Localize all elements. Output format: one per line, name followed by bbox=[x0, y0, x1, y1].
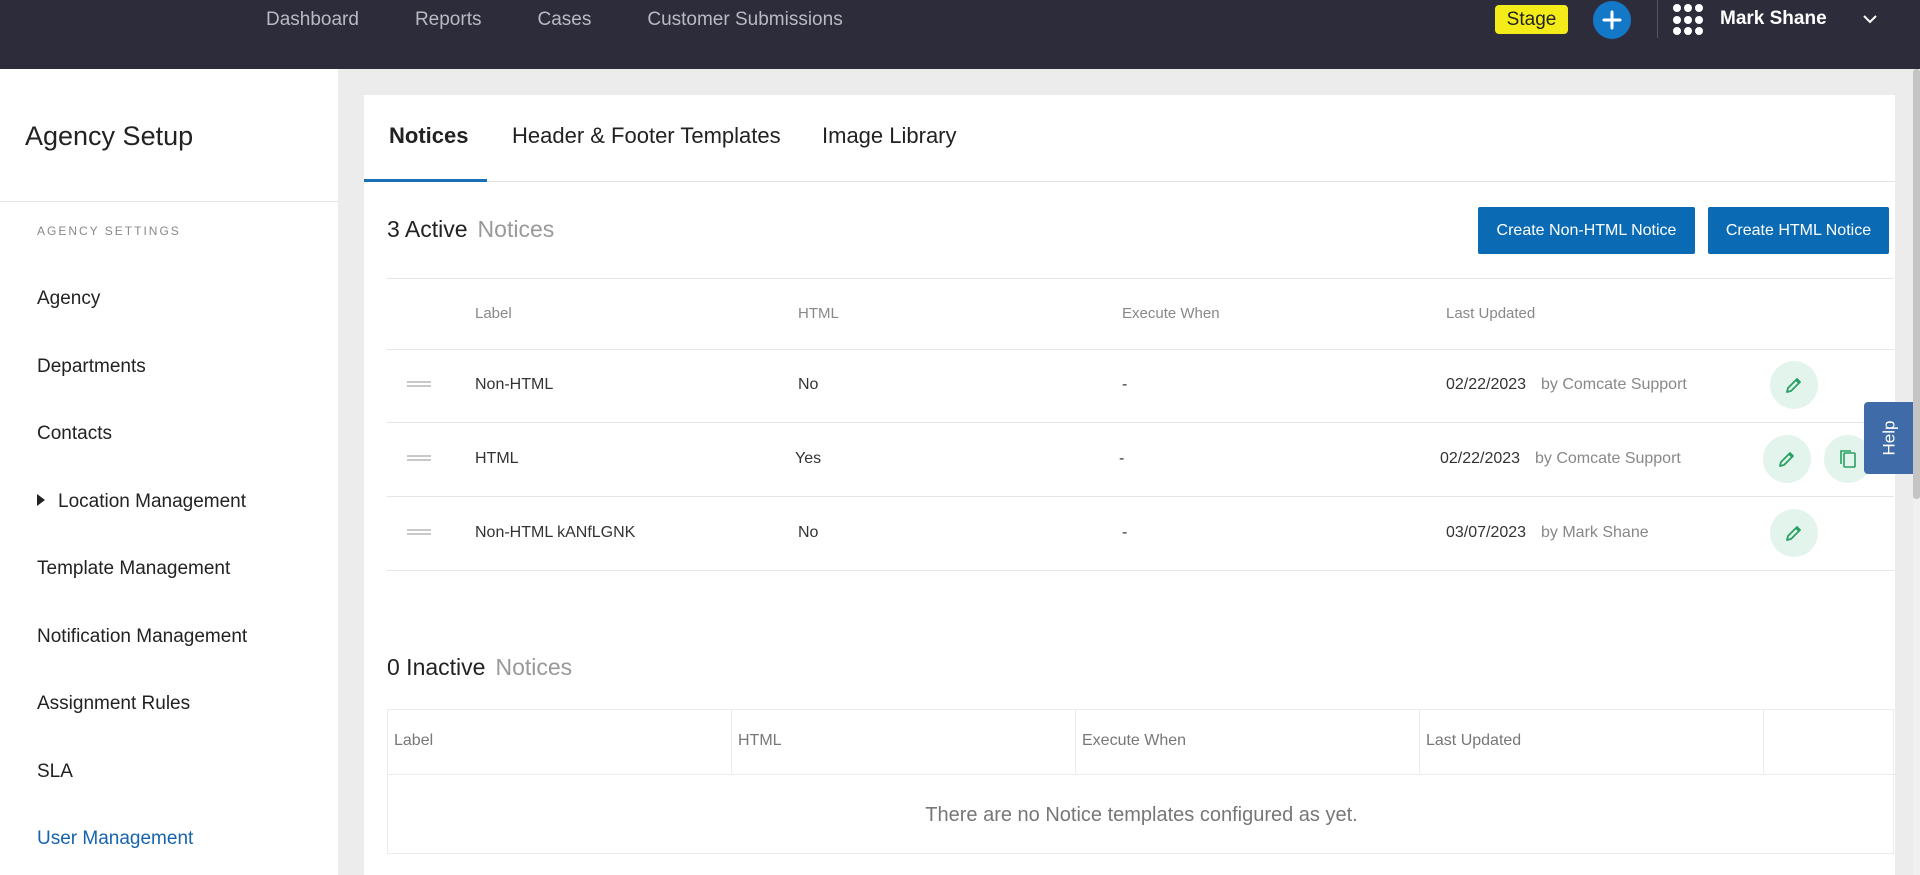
inactive-notices-heading: 0 Inactive Notices bbox=[387, 654, 572, 681]
help-label: Help bbox=[1879, 420, 1898, 456]
row-execute-when: - bbox=[1119, 450, 1125, 467]
column-header-html: HTML bbox=[798, 305, 839, 322]
sidebar-item-departments[interactable]: Departments bbox=[37, 356, 146, 378]
pencil-icon bbox=[1779, 452, 1794, 467]
chevron-down-icon[interactable] bbox=[1862, 14, 1878, 24]
nav-dashboard[interactable]: Dashboard bbox=[266, 9, 359, 31]
row-divider bbox=[387, 422, 1894, 423]
tab-header-footer-templates[interactable]: Header & Footer Templates bbox=[512, 123, 781, 149]
drag-handle-icon[interactable] bbox=[407, 529, 431, 538]
column-header-label: Label bbox=[475, 305, 512, 322]
row-divider bbox=[387, 496, 1894, 497]
active-suffix: Notices bbox=[477, 216, 555, 242]
row-execute-when: - bbox=[1122, 376, 1128, 393]
page-scrollbar[interactable] bbox=[1913, 69, 1920, 875]
header-divider bbox=[387, 349, 1894, 350]
inactive-notices-table: Label HTML Execute When Last Updated The… bbox=[387, 709, 1895, 854]
copy-icon bbox=[1840, 450, 1856, 468]
nav-cases[interactable]: Cases bbox=[537, 9, 591, 31]
inactive-col-html: HTML bbox=[732, 710, 1076, 775]
row-label: Non-HTML kANfLGNK bbox=[475, 524, 636, 541]
column-header-label: Label bbox=[394, 732, 434, 749]
scrollbar-thumb[interactable] bbox=[1913, 69, 1920, 499]
user-name[interactable]: Mark Shane bbox=[1720, 8, 1827, 30]
edit-button[interactable] bbox=[1770, 361, 1818, 409]
column-header-last-updated: Last Updated bbox=[1426, 732, 1522, 749]
row-updated-by: by Comcate Support bbox=[1541, 376, 1687, 393]
pencil-icon bbox=[1786, 526, 1801, 541]
drag-handle-icon[interactable] bbox=[407, 455, 431, 464]
stage-badge: Stage bbox=[1495, 5, 1568, 34]
help-tab[interactable]: Help bbox=[1864, 402, 1914, 474]
active-count: 3 Active bbox=[387, 216, 468, 242]
empty-state-message: There are no Notice templates configured… bbox=[925, 804, 1358, 826]
edit-button[interactable] bbox=[1770, 509, 1818, 557]
sidebar-item-notification-management[interactable]: Notification Management bbox=[37, 626, 247, 648]
row-divider bbox=[387, 570, 1894, 571]
inactive-col-execute-when: Execute When bbox=[1076, 710, 1420, 775]
row-execute-when: - bbox=[1122, 524, 1128, 541]
inactive-count: 0 Inactive bbox=[387, 654, 486, 680]
sidebar-section-label: AGENCY SETTINGS bbox=[37, 224, 181, 238]
row-label: HTML bbox=[475, 450, 519, 467]
plus-icon bbox=[1602, 10, 1622, 30]
row-html: No bbox=[798, 376, 819, 393]
active-notices-heading: 3 Active Notices bbox=[387, 216, 554, 243]
topbar-divider bbox=[1657, 0, 1658, 38]
tab-notices[interactable]: Notices bbox=[389, 123, 468, 149]
row-date: 03/07/2023 bbox=[1446, 524, 1527, 541]
row-html: Yes bbox=[795, 450, 822, 467]
caret-right-icon bbox=[37, 494, 45, 506]
sidebar-item-agency[interactable]: Agency bbox=[37, 288, 100, 310]
main-panel: Notices Header & Footer Templates Image … bbox=[364, 95, 1895, 875]
active-tab-indicator bbox=[364, 179, 487, 182]
edit-button[interactable] bbox=[1763, 435, 1811, 483]
row-html: No bbox=[798, 524, 819, 541]
inactive-col-last-updated: Last Updated bbox=[1420, 710, 1764, 775]
column-header-html: HTML bbox=[738, 732, 782, 749]
sidebar-item-user-management[interactable]: User Management bbox=[37, 828, 193, 850]
column-header-execute-when: Execute When bbox=[1122, 305, 1220, 322]
nav-reports[interactable]: Reports bbox=[415, 9, 482, 31]
inactive-table-header: Label HTML Execute When Last Updated bbox=[388, 710, 1895, 775]
sidebar-item-assignment-rules[interactable]: Assignment Rules bbox=[37, 693, 190, 715]
top-nav-links: Dashboard Reports Cases Customer Submiss… bbox=[266, 0, 899, 40]
row-updated-by: by Comcate Support bbox=[1535, 450, 1681, 467]
sidebar-item-location-management[interactable]: Location Management bbox=[37, 491, 246, 513]
row-updated-by: by Mark Shane bbox=[1541, 524, 1649, 541]
row-date: 02/22/2023 bbox=[1446, 376, 1527, 393]
sidebar-title: Agency Setup bbox=[25, 121, 194, 151]
create-non-html-notice-button[interactable]: Create Non-HTML Notice bbox=[1478, 207, 1695, 254]
top-navigation-bar: Dashboard Reports Cases Customer Submiss… bbox=[0, 0, 1920, 69]
tab-image-library[interactable]: Image Library bbox=[822, 123, 957, 149]
add-button[interactable] bbox=[1593, 1, 1631, 39]
sidebar-item-contacts[interactable]: Contacts bbox=[37, 423, 112, 445]
inactive-col-label: Label bbox=[388, 710, 732, 775]
apps-grid-icon[interactable] bbox=[1673, 4, 1705, 36]
row-date: 02/22/2023 bbox=[1440, 450, 1521, 467]
sidebar-item-label: Location Management bbox=[58, 491, 247, 512]
table-top-border bbox=[387, 278, 1894, 279]
nav-customer-submissions[interactable]: Customer Submissions bbox=[647, 9, 842, 31]
pencil-icon bbox=[1786, 378, 1801, 393]
inactive-suffix: Notices bbox=[495, 654, 573, 680]
column-header-execute-when: Execute When bbox=[1082, 732, 1187, 749]
drag-handle-icon[interactable] bbox=[407, 381, 431, 390]
sidebar: Agency Setup AGENCY SETTINGS Agency Depa… bbox=[0, 69, 338, 875]
tab-bar: Notices Header & Footer Templates Image … bbox=[364, 95, 1895, 182]
row-label: Non-HTML bbox=[475, 376, 554, 393]
sidebar-item-template-management[interactable]: Template Management bbox=[37, 558, 230, 580]
create-html-notice-button[interactable]: Create HTML Notice bbox=[1708, 207, 1889, 254]
sidebar-divider bbox=[0, 201, 338, 202]
sidebar-item-sla[interactable]: SLA bbox=[37, 761, 73, 783]
column-header-last-updated: Last Updated bbox=[1446, 305, 1536, 322]
